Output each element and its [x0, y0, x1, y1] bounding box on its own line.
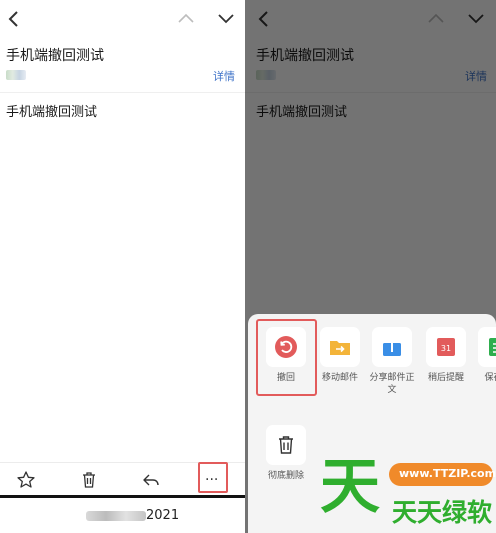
trash-icon[interactable]	[79, 470, 99, 490]
move-mail-label: 移动邮件	[321, 373, 358, 383]
svg-text:31: 31	[441, 344, 451, 353]
previous-email-chevron-icon[interactable]	[176, 11, 196, 25]
watermark-site-pill: www.TTZIP.com	[389, 463, 496, 486]
folder-move-icon	[330, 341, 350, 355]
share-icon	[383, 336, 401, 356]
email-header-bar	[0, 0, 245, 38]
back-chevron-icon[interactable]	[6, 9, 22, 29]
footer-bar: 2021	[0, 498, 245, 533]
move-mail-action[interactable]: 移动邮件	[314, 327, 366, 384]
watermark-glyph: 天	[320, 452, 380, 522]
watermark-site: www.TTZIP.com	[399, 467, 496, 480]
more-icon: ···	[205, 472, 219, 488]
save-to-label: 保存到	[484, 373, 496, 383]
reply-icon[interactable]	[141, 470, 161, 490]
permanent-delete-action[interactable]: 彻底删除	[260, 425, 312, 482]
trash-icon	[279, 436, 293, 454]
watermark-brand: 天天绿软	[392, 498, 493, 527]
footer-year: 2021	[146, 508, 180, 523]
share-body-label: 分享邮件正文	[369, 373, 415, 395]
footer-blurred-text	[86, 511, 146, 521]
recall-highlight-box	[256, 319, 317, 396]
remind-later-action[interactable]: 31 稍后提醒	[420, 327, 472, 384]
more-button[interactable]: ···	[198, 462, 228, 493]
remind-later-label: 稍后提醒	[427, 373, 464, 383]
details-link[interactable]: 详情	[213, 68, 235, 84]
share-body-action[interactable]: 分享邮件正文	[366, 327, 418, 396]
sender-avatar-blurred	[6, 70, 26, 80]
header-divider	[0, 92, 245, 93]
permanent-delete-label: 彻底删除	[267, 471, 304, 481]
star-icon[interactable]	[16, 470, 36, 490]
next-email-chevron-icon[interactable]	[216, 11, 236, 25]
email-view: 手机端撤回测试 详情 手机端撤回测试 ··· 2021	[0, 0, 245, 533]
email-subject: 手机端撤回测试	[6, 48, 104, 64]
calendar-icon: 31	[437, 338, 455, 356]
save-icon	[489, 338, 496, 356]
email-body: 手机端撤回测试	[6, 105, 98, 120]
save-to-action[interactable]: 保存到	[472, 327, 496, 384]
